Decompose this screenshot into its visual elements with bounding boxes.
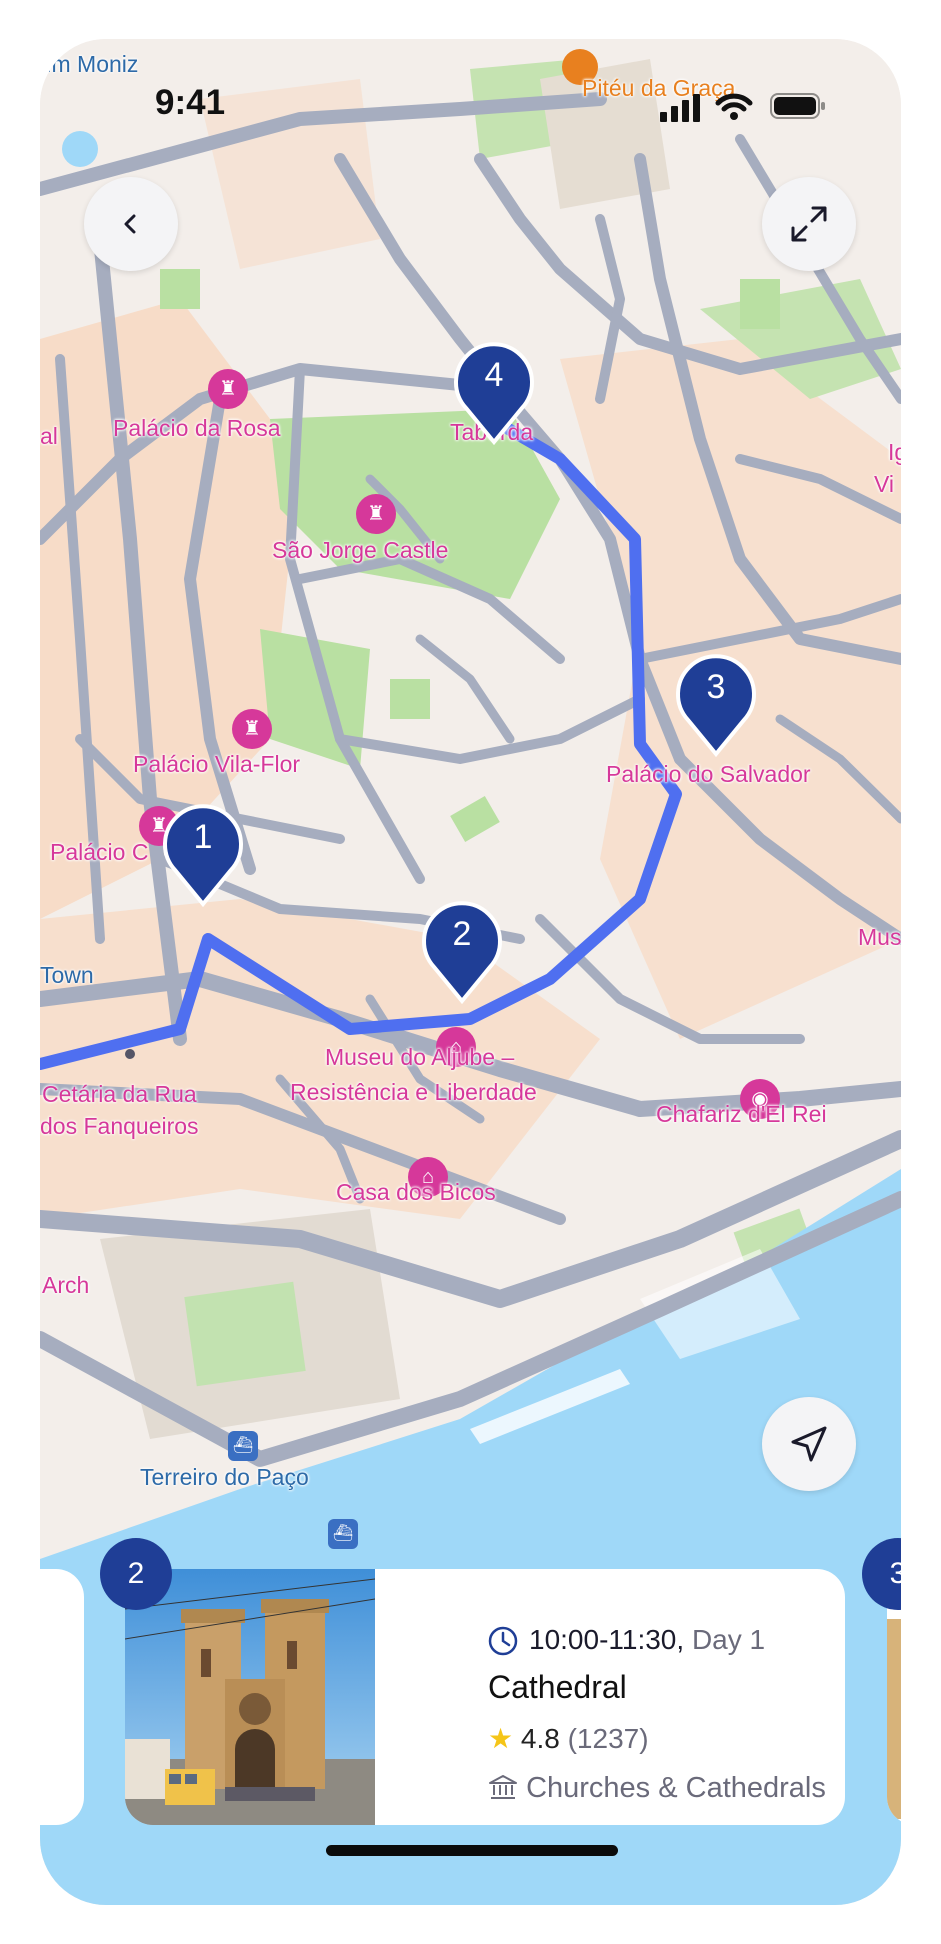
marker-number: 3 (706, 668, 726, 706)
map-label[interactable]: Terreiro do Paço (140, 1464, 309, 1491)
stop-category-label: Churches & Cathedrals (526, 1772, 826, 1804)
stop-number-badge: 2 (100, 1538, 172, 1610)
status-time: 9:41 (155, 83, 226, 122)
stop-carousel[interactable]: 10:00-11:30, Day 1 Cathedral ★ 4.8 (1237… (40, 1538, 901, 1864)
map-label[interactable]: Palácio do Salvador (606, 761, 811, 788)
stop-title: Cathedral (488, 1669, 627, 1705)
map-label[interactable]: Chafariz d'El Rei (656, 1101, 827, 1128)
map-label[interactable]: Palácio C (50, 839, 148, 866)
castle-icon[interactable]: ♜ (208, 369, 248, 409)
landmark-icon (489, 1775, 517, 1799)
castle-icon[interactable]: ♜ (232, 709, 272, 749)
map-label: Vi (874, 471, 895, 497)
expand-icon (791, 206, 827, 242)
route-marker-2[interactable]: 2 (420, 901, 504, 1005)
next-stop-photo (887, 1619, 901, 1819)
cellular-signal-icon (660, 94, 700, 122)
back-button[interactable] (84, 177, 178, 271)
map-label: al (40, 423, 58, 449)
back-icon (124, 214, 136, 234)
ferry-icon: ⛴ (228, 1431, 258, 1461)
map-label[interactable]: Resistência e Liberdade (290, 1079, 537, 1106)
marker-number: 4 (484, 356, 504, 394)
stop-category: Churches & Cathedrals (488, 1772, 826, 1805)
route-marker-4[interactable]: 4 (452, 342, 536, 446)
map-label[interactable]: São Jorge Castle (272, 537, 448, 564)
marker-number: 1 (193, 818, 213, 856)
stop-time: 10:00-11:30, Day 1 (529, 1624, 765, 1656)
map-label: Mus (858, 924, 901, 950)
map-label: Pitéu da Graça (582, 75, 736, 101)
map-label: Town (40, 962, 94, 988)
stop-rating: ★ 4.8 (1237) (488, 1722, 649, 1755)
map-label: Ig (888, 439, 901, 465)
stop-card[interactable]: 10:00-11:30, Day 1 Cathedral ★ 4.8 (1237… (125, 1569, 845, 1825)
map-label: tim Moniz (40, 51, 139, 77)
navigate-icon (791, 1426, 827, 1462)
map-label[interactable]: dos Fanqueiros (40, 1113, 199, 1140)
rating-count: (1237) (567, 1723, 649, 1754)
map-label[interactable]: Palácio da Rosa (113, 415, 281, 442)
map-label[interactable]: Museu do Aljube – (325, 1044, 514, 1071)
star-icon: ★ (488, 1723, 514, 1754)
battery-icon (770, 93, 825, 119)
rating-value: 4.8 (520, 1723, 560, 1754)
castle-icon[interactable]: ♜ (356, 494, 396, 534)
stop-time-range: 10:00-11:30, (529, 1624, 685, 1655)
stop-day: Day 1 (691, 1624, 766, 1655)
route-marker-3[interactable]: 3 (674, 654, 758, 758)
marker-number: 2 (452, 915, 472, 953)
map-label: Arch (42, 1272, 90, 1298)
route-marker-1[interactable]: 1 (161, 804, 245, 908)
previous-stop-card[interactable] (40, 1569, 84, 1825)
home-indicator[interactable] (326, 1845, 618, 1856)
map-label[interactable]: Cetária da Rua (42, 1081, 197, 1108)
phone-screen: ♜ ♜ ♜ ♜ ⌂ ◉ ⌂ ⛴ ⛴ tim Moniz Pitéu da Gra… (40, 39, 901, 1905)
my-location-button[interactable] (762, 1397, 856, 1491)
expand-map-button[interactable] (762, 177, 856, 271)
wifi-icon (715, 93, 753, 120)
cathedral-photo (125, 1569, 375, 1825)
clock-icon (488, 1626, 518, 1656)
map-label[interactable]: Palácio Vila-Flor (133, 751, 300, 778)
ferry-icon: ⛴ (328, 1519, 358, 1549)
map-label[interactable]: Casa dos Bicos (336, 1179, 496, 1206)
